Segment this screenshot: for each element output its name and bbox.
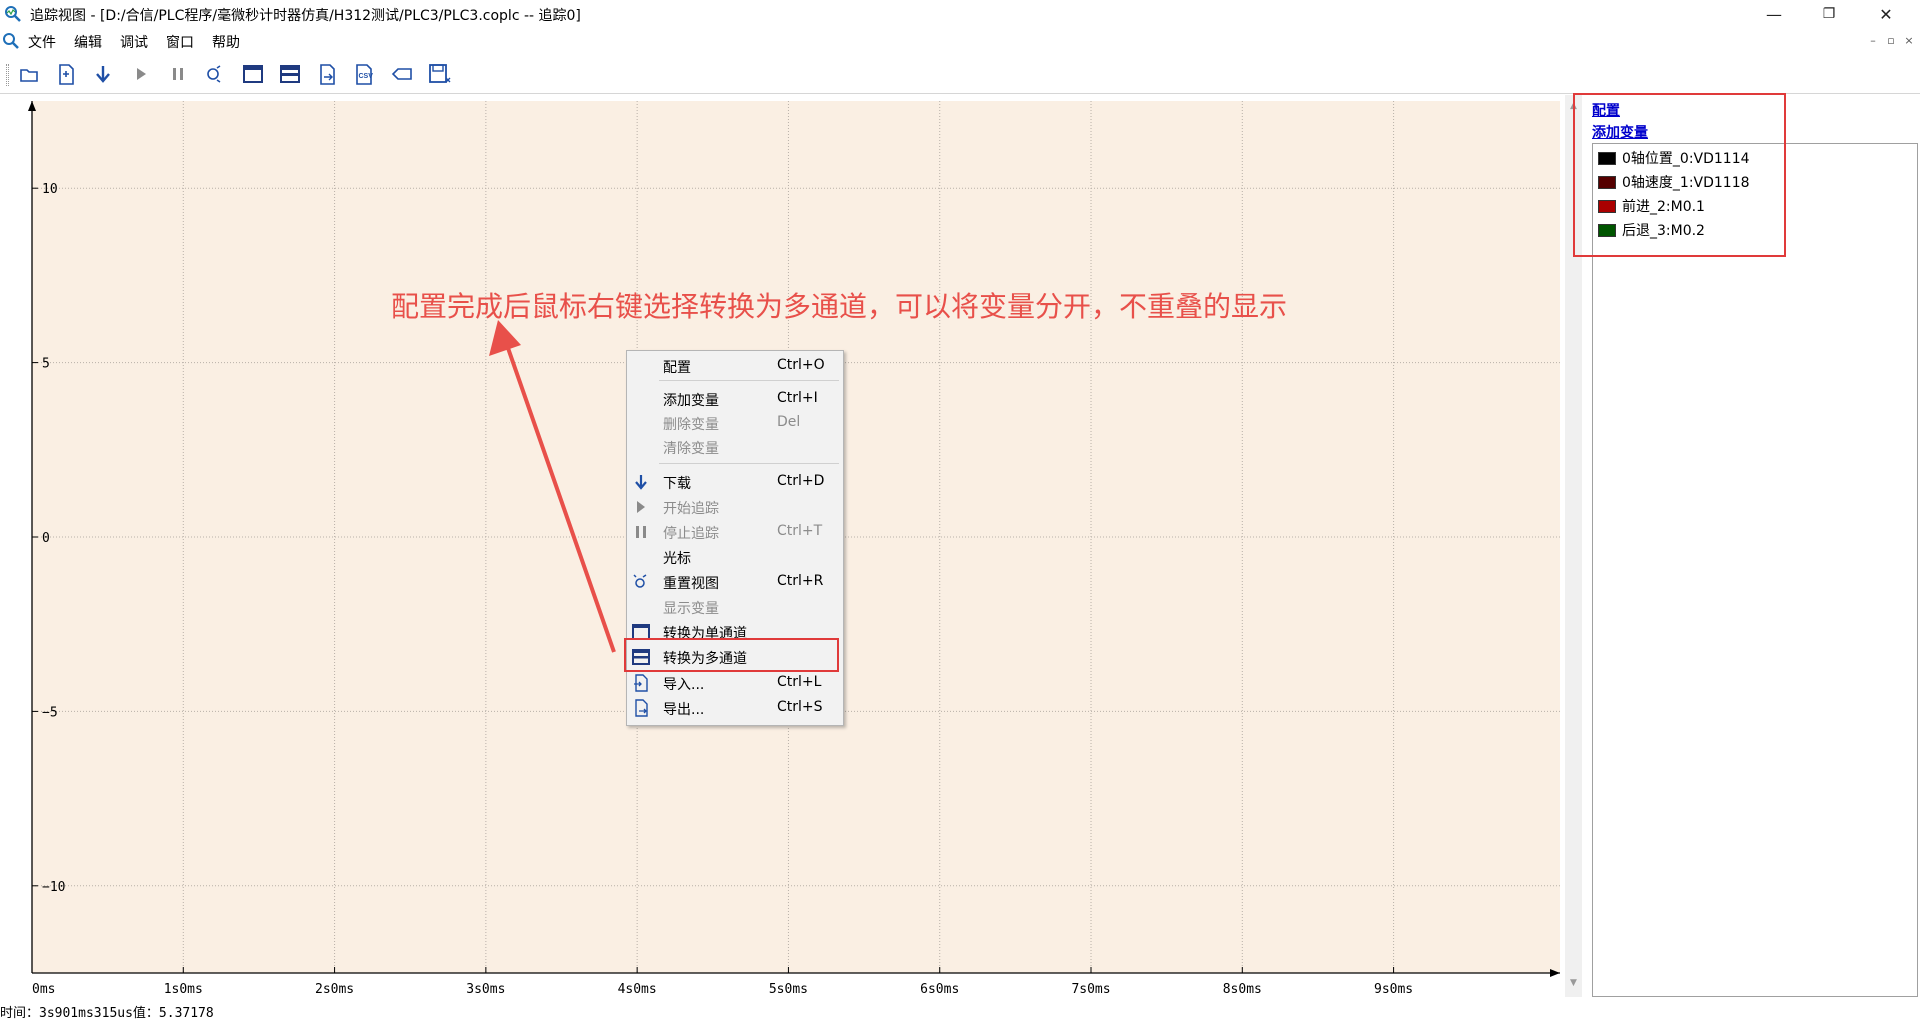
menu-item-shortcut: Ctrl+T [777, 523, 823, 539]
download-icon[interactable] [90, 62, 116, 86]
y-tick-label: 0 [42, 531, 50, 546]
highlight-box-multi-channel [624, 638, 839, 672]
csv-icon[interactable]: CSV [351, 62, 377, 86]
save-snapshot-icon[interactable] [426, 62, 452, 86]
status-text: 时间：3s901ms315us值：5.37178 [0, 1006, 214, 1021]
x-tick-label: 7s0ms [1071, 982, 1110, 997]
menu-item-label: 添加变量 [663, 393, 719, 409]
x-tick-label: 3s0ms [466, 982, 505, 997]
menu-item-shortcut: Del [777, 414, 801, 430]
reset-view-icon[interactable] [202, 62, 228, 86]
menu-item-label: 导出... [663, 702, 705, 718]
x-tick-label: 0ms [32, 982, 55, 997]
menu-edit[interactable]: 编辑 [74, 32, 102, 52]
annotation-text: 配置完成后鼠标右键选择转换为多通道，可以将变量分开，不重叠的显示 [391, 290, 1288, 323]
menu-item-label: 显示变量 [663, 601, 719, 617]
toolbar-grip[interactable] [6, 64, 9, 86]
y-tick-label: −10 [42, 880, 65, 895]
menu-item-label: 重置视图 [663, 576, 719, 592]
svg-text:CSV: CSV [359, 73, 374, 80]
menu-item-add-variable[interactable]: 添加变量 Ctrl+I [627, 387, 843, 411]
download-icon [635, 475, 647, 490]
menu-help[interactable]: 帮助 [212, 32, 240, 52]
x-tick-label: 9s0ms [1374, 982, 1413, 997]
highlight-box-variables [1573, 93, 1786, 257]
x-tick-label: 1s0ms [164, 982, 203, 997]
menu-item-stop-trace[interactable]: 停止追踪 Ctrl+T [627, 520, 843, 544]
x-tick-label: 4s0ms [618, 982, 657, 997]
trace-child-icon [3, 33, 19, 49]
x-tick-label: 5s0ms [769, 982, 808, 997]
x-tick-label: 6s0ms [920, 982, 959, 997]
pause-icon [636, 526, 646, 538]
import-icon [634, 674, 648, 692]
menu-item-delete-variable[interactable]: 删除变量 Del [627, 411, 843, 435]
export-icon[interactable] [314, 62, 340, 86]
toolbar: CSV [0, 54, 1920, 94]
mdi-restore-button[interactable]: ▫ [1882, 34, 1900, 47]
menu-item-label: 配置 [663, 360, 691, 376]
menu-item-shortcut: Ctrl+R [777, 573, 824, 589]
trace-app-icon [5, 6, 21, 22]
menu-item-label: 删除变量 [663, 417, 719, 433]
scroll-down-arrow-icon[interactable]: ▼ [1565, 975, 1582, 992]
x-tick-label: 8s0ms [1223, 982, 1262, 997]
menu-item-reset-view[interactable]: 重置视图 Ctrl+R [627, 570, 843, 594]
menu-separator [659, 463, 839, 464]
menu-item-label: 光标 [663, 551, 691, 567]
close-button[interactable]: ✕ [1857, 0, 1915, 28]
menu-item-shortcut: Ctrl+S [777, 699, 823, 715]
menu-item-shortcut: Ctrl+O [777, 357, 825, 373]
multi-channel-icon[interactable] [277, 62, 303, 86]
reset-view-icon [633, 574, 647, 588]
menu-item-shortcut: Ctrl+L [777, 674, 822, 690]
y-tick-label: 5 [42, 357, 50, 372]
menu-separator [659, 380, 839, 381]
export-icon [635, 699, 648, 717]
start-icon[interactable] [128, 62, 154, 86]
single-channel-icon[interactable] [240, 62, 266, 86]
mdi-minimize-button[interactable]: – [1864, 34, 1882, 47]
tag-icon[interactable] [389, 62, 415, 86]
title-bar: 追踪视图 - [D:/合信/PLC程序/毫微秒计时器仿真/H312测试/PLC3… [0, 0, 1920, 28]
menu-item-label: 导入... [663, 677, 705, 693]
pause-icon[interactable] [165, 62, 191, 86]
menu-item-label: 开始追踪 [663, 501, 719, 517]
y-tick-label: −5 [42, 705, 58, 720]
y-tick-label: 10 [42, 182, 58, 197]
x-tick-label: 2s0ms [315, 982, 354, 997]
menu-bar: 文件 编辑 调试 窗口 帮助 – ▫ × [0, 28, 1920, 54]
status-bar: 时间：3s901ms315us值：5.37178 [0, 1000, 1920, 1021]
menu-item-config[interactable]: 配置 Ctrl+O [627, 354, 843, 378]
new-file-icon[interactable] [53, 62, 79, 86]
menu-item-label: 停止追踪 [663, 526, 719, 542]
menu-item-download[interactable]: 下载 Ctrl+D [627, 470, 843, 494]
menu-file[interactable]: 文件 [28, 32, 56, 52]
menu-item-label: 下载 [663, 476, 691, 492]
menu-item-show-variables[interactable]: 显示变量 [627, 595, 843, 619]
mdi-close-button[interactable]: × [1900, 34, 1918, 47]
menu-item-shortcut: Ctrl+D [777, 473, 825, 489]
menu-item-shortcut: Ctrl+I [777, 390, 818, 406]
open-icon[interactable] [16, 62, 42, 86]
menu-item-export[interactable]: 导出... Ctrl+S [627, 696, 843, 720]
menu-item-clear-variables[interactable]: 清除变量 [627, 435, 843, 459]
menu-item-start-trace[interactable]: 开始追踪 [627, 495, 843, 519]
minimize-button[interactable]: — [1745, 0, 1803, 28]
play-icon [637, 501, 645, 513]
menu-item-label: 清除变量 [663, 441, 719, 457]
menu-item-import[interactable]: 导入... Ctrl+L [627, 671, 843, 695]
restore-button[interactable]: ❐ [1800, 0, 1858, 28]
menu-window[interactable]: 窗口 [166, 32, 194, 52]
variable-list[interactable]: 0轴位置_0:VD1114 0轴速度_1:VD1118 前进_2:M0.1 后退… [1592, 143, 1918, 997]
menu-item-cursor[interactable]: 光标 [627, 545, 843, 569]
menu-debug[interactable]: 调试 [120, 32, 148, 52]
window-title: 追踪视图 - [D:/合信/PLC程序/毫微秒计时器仿真/H312测试/PLC3… [30, 8, 581, 24]
